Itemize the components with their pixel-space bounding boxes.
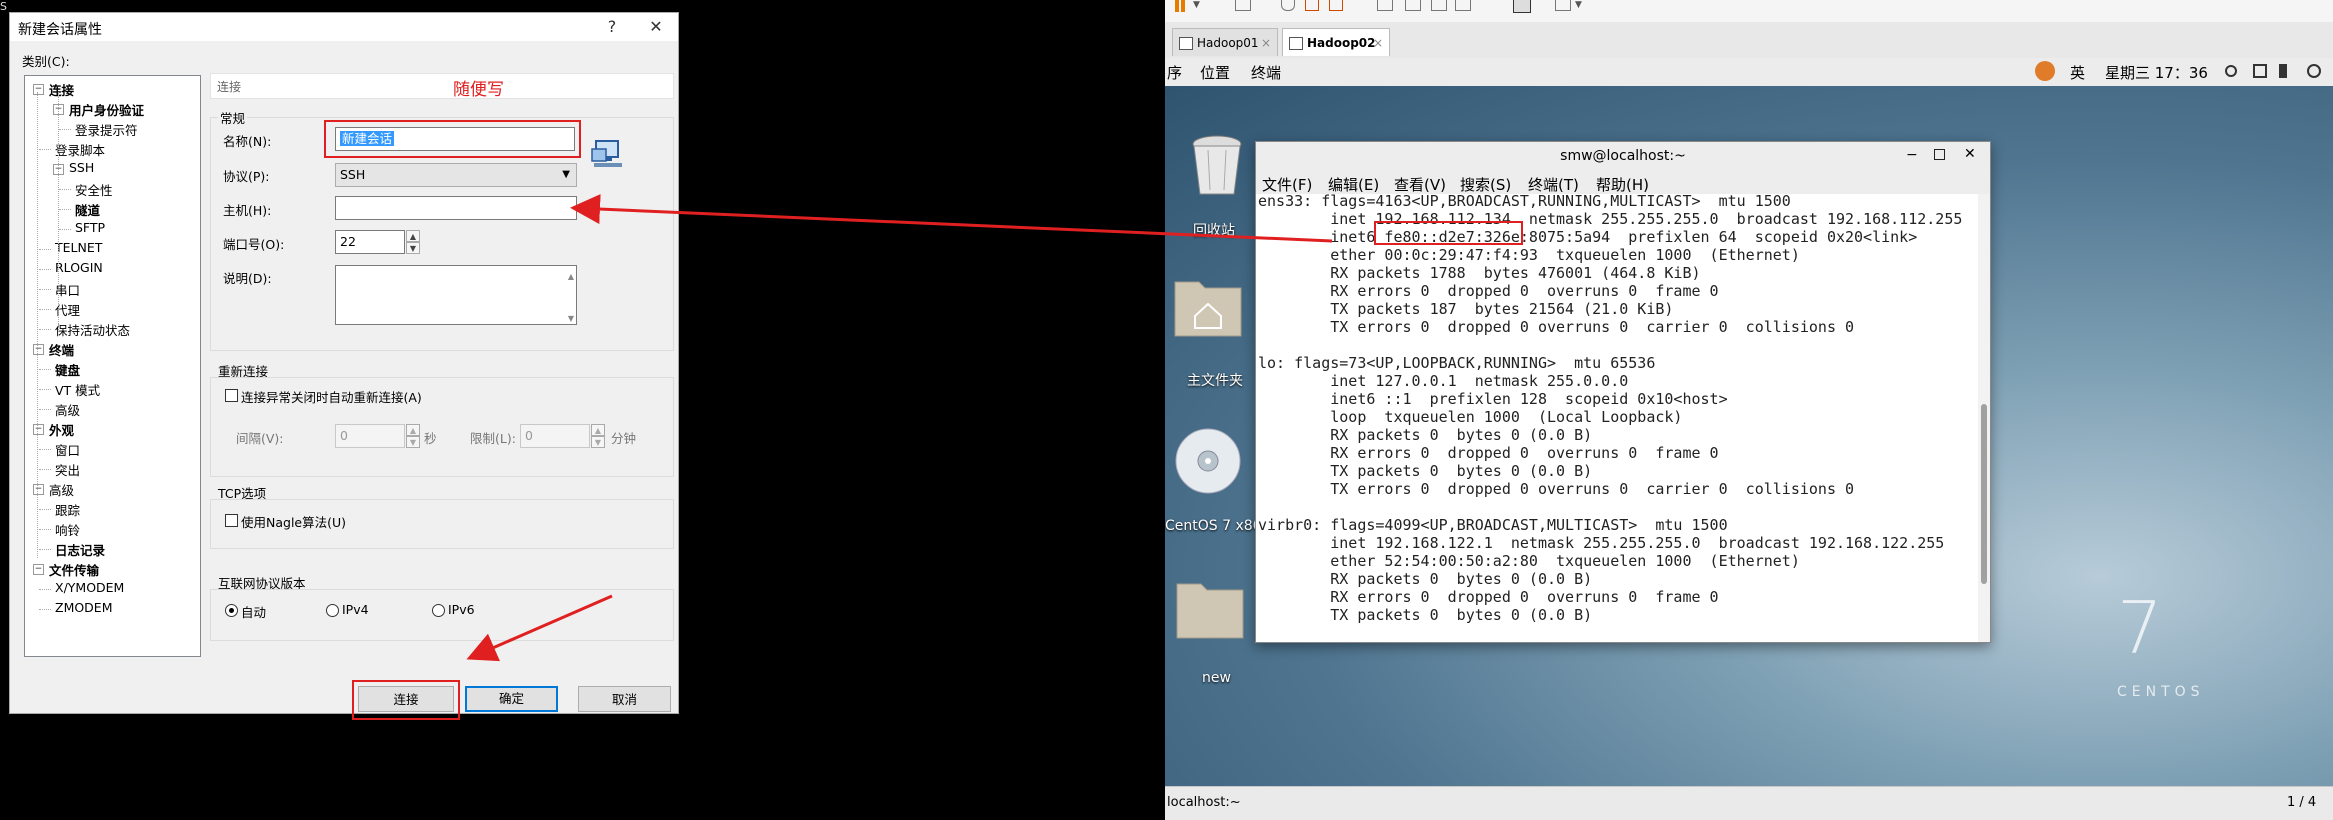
- annotation-arrows: [466, 194, 1333, 662]
- arrow-to-connect: [466, 594, 613, 662]
- arrow-ip-to-host: [570, 194, 1333, 243]
